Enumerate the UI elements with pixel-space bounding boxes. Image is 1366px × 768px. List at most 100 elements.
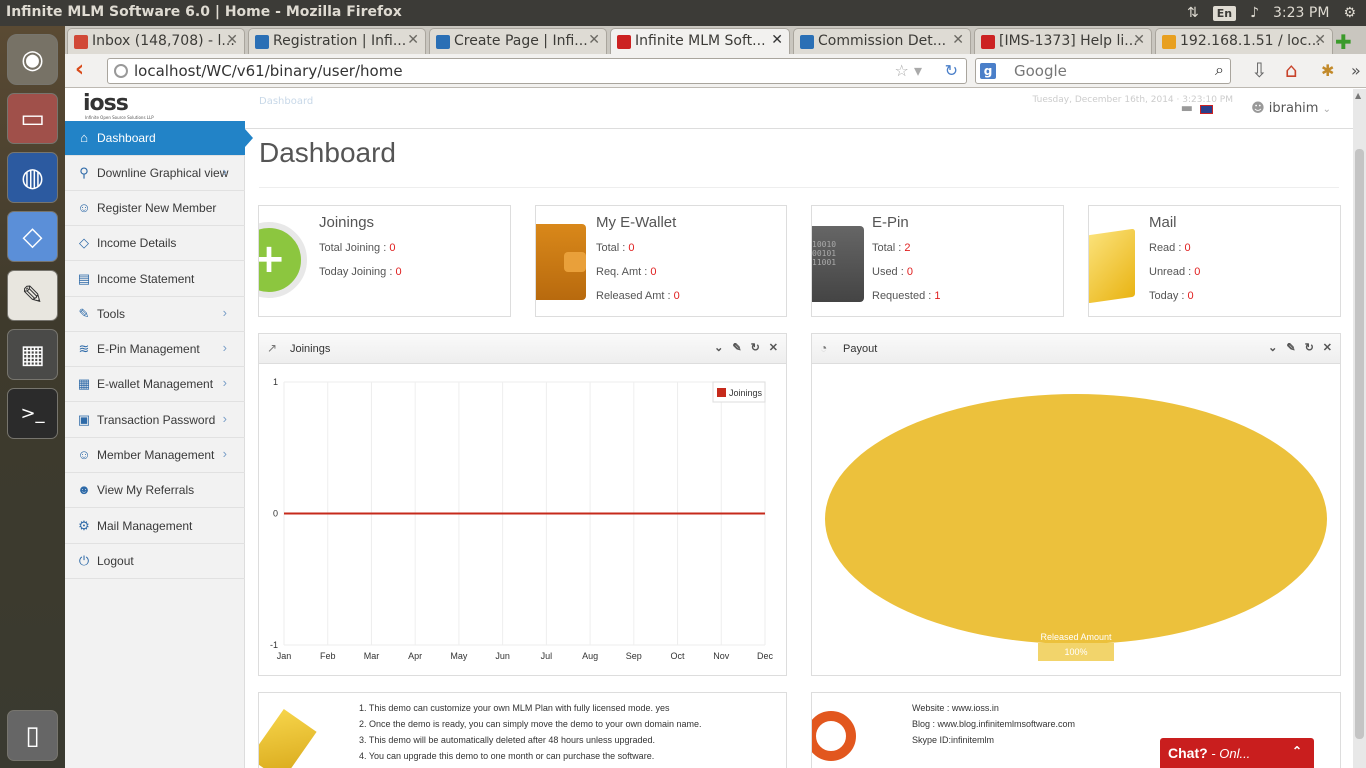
tab-infinite-mlm[interactable]: Infinite MLM Soft... ✕ (610, 28, 790, 54)
firebug-icon[interactable]: ✱ (1321, 61, 1334, 80)
sidebar-item-income-details[interactable]: ◇ Income Details (65, 226, 245, 261)
close-tab-icon[interactable]: ✕ (407, 32, 419, 48)
close-tab-icon[interactable]: ✕ (952, 32, 964, 48)
uk-flag-icon[interactable] (1200, 105, 1213, 114)
diamond-icon: ◇ (79, 235, 89, 250)
mail-title: Mail (1149, 214, 1177, 231)
sidebar-item-view-my-referrals[interactable]: ☻ View My Referrals (65, 473, 245, 508)
refresh-icon[interactable]: ↻ (1305, 341, 1314, 354)
tab-create-page[interactable]: Create Page | Infi... ✕ (429, 28, 607, 54)
sidebar-item-register-new-member[interactable]: ☺ Register New Member (65, 191, 245, 226)
epin-used-row: Used : 0 (872, 266, 913, 278)
downloads-icon[interactable]: ⇩ (1251, 58, 1268, 82)
page-scrollbar[interactable]: ▲ (1353, 89, 1366, 768)
wrench-icon[interactable]: ✎ (732, 341, 741, 354)
mail-today-value: 0 (1187, 290, 1194, 302)
tab-registration[interactable]: Registration | Infi... ✕ (248, 28, 426, 54)
sidebar-item-logout[interactable]: ⏻ Logout (65, 544, 245, 579)
today-joining-row: Today Joining : 0 (319, 266, 402, 278)
user-menu[interactable]: ☻ ibrahim ⌄ (1251, 101, 1331, 116)
dash-home-icon[interactable]: ◉ (7, 34, 58, 85)
document-icon: ▤ (77, 271, 91, 286)
close-tab-icon[interactable]: ✕ (1133, 32, 1145, 48)
tab-inbox[interactable]: Inbox (148,708) - l... ✕ (67, 28, 245, 54)
reload-icon[interactable]: ↻ (945, 61, 958, 80)
sidebar-item-transaction-password[interactable]: ▣ Transaction Password › (65, 403, 245, 438)
chat-expand-icon[interactable]: ⌃ (1292, 744, 1302, 758)
sidebar-item-label: E-wallet Management (97, 377, 214, 391)
epin-requested-value: 1 (934, 290, 941, 302)
new-tab-icon[interactable]: ✚ (1335, 30, 1352, 54)
sidebar-item-e-pin-management[interactable]: ≋ E-Pin Management › (65, 332, 245, 367)
legend-label: Joinings (729, 388, 763, 398)
sidebar: ioss Infinite Open Source Solutions LLP … (65, 89, 253, 768)
close-icon[interactable]: ✕ (1323, 341, 1332, 354)
firefox-icon[interactable]: ◍ (7, 152, 58, 203)
tab-commission[interactable]: Commission Det... ✕ (793, 28, 971, 54)
close-tab-icon[interactable]: ✕ (771, 32, 783, 48)
network-icon[interactable]: ⇅ (1187, 5, 1199, 21)
sidebar-item-member-management[interactable]: ☺ Member Management › (65, 438, 245, 473)
breadcrumb[interactable]: Dashboard (259, 96, 313, 107)
keyboard-layout-indicator[interactable]: En (1212, 5, 1237, 21)
collapse-chevron-icon[interactable]: ⌄ (1268, 341, 1277, 354)
joinings-widget-header: ↗ Joinings ⌄ ✎ ↻ ✕ (259, 334, 786, 364)
search-input[interactable]: g Google ⌕ (975, 58, 1231, 84)
terminal-icon[interactable]: >_ (7, 388, 58, 439)
bookmark-star-icon[interactable]: ☆ ▾ (895, 61, 922, 80)
magnifier-icon[interactable]: ⌕ (1215, 60, 1224, 80)
chat-widget[interactable]: Chat? - Onl... ⌃ (1160, 738, 1314, 768)
menu-chevron-icon[interactable]: » (1351, 61, 1361, 80)
x-tick-label: Nov (713, 651, 730, 661)
total-joining-label: Total Joining : (319, 242, 390, 254)
collapse-chevron-icon[interactable]: ⌄ (714, 341, 723, 354)
wrench-icon[interactable]: ✎ (1286, 341, 1295, 354)
sidebar-item-label: Logout (97, 554, 134, 568)
messages-icon[interactable]: ▬ (1181, 101, 1193, 116)
sidebar-item-income-statement[interactable]: ▤ Income Statement (65, 262, 245, 297)
x-tick-label: Feb (320, 651, 336, 661)
text-editor-icon[interactable]: ✎ (7, 270, 58, 321)
wallet-req-label: Req. Amt : (596, 266, 651, 278)
clock[interactable]: 3:23 PM (1273, 5, 1329, 21)
virtualbox-icon[interactable]: ◇ (7, 211, 58, 262)
trash-icon[interactable]: ▯ (7, 710, 58, 761)
jira-favicon-icon (981, 35, 995, 49)
drupal-favicon-icon (436, 35, 450, 49)
scroll-up-icon[interactable]: ▲ (1355, 91, 1361, 100)
close-tab-icon[interactable]: ✕ (1314, 32, 1326, 48)
tab-phpmyadmin[interactable]: 192.168.1.51 / loc... ✕ (1155, 28, 1333, 54)
back-button[interactable]: ‹ (75, 59, 99, 83)
sidebar-item-dashboard[interactable]: ⌂ Dashboard (65, 121, 253, 156)
plus-circle-icon: + (259, 222, 307, 298)
drupal-favicon-icon (255, 35, 269, 49)
gear-icon: ⚙ (78, 518, 90, 533)
sidebar-item-mail-management[interactable]: ⚙ Mail Management (65, 509, 245, 544)
tab-ims-help[interactable]: [IMS-1373] Help li... ✕ (974, 28, 1152, 54)
blog-link[interactable]: Blog : www.blog.infinitemlmsoftware.com (912, 719, 1075, 729)
refresh-icon[interactable]: ↻ (751, 341, 760, 354)
page-title: Dashboard (259, 137, 396, 168)
scrollbar-thumb[interactable] (1355, 149, 1364, 739)
close-tab-icon[interactable]: ✕ (226, 32, 238, 48)
settings-gear-icon[interactable]: ⚙ (1343, 5, 1356, 21)
url-bar[interactable]: localhost/WC/v61/binary/user/home ☆ ▾ ↻ (107, 58, 967, 84)
logo-text: ioss (83, 91, 129, 116)
sidebar-item-e-wallet-management[interactable]: ▦ E-wallet Management › (65, 367, 245, 402)
sidebar-item-downline-graphical-view[interactable]: ⚲ Downline Graphical view › (65, 156, 245, 191)
close-tab-icon[interactable]: ✕ (588, 32, 600, 48)
logo[interactable]: ioss Infinite Open Source Solutions LLP (65, 89, 245, 121)
mail-read-value: 0 (1184, 242, 1191, 254)
sidebar-item-label: Tools (97, 307, 126, 321)
tree-icon: ⚲ (79, 165, 89, 180)
files-icon[interactable]: ▭ (7, 93, 58, 144)
google-search-engine-icon[interactable]: g (980, 63, 996, 79)
sidebar-item-tools[interactable]: ✎ Tools › (65, 297, 245, 332)
mail-folder-icon (1089, 228, 1135, 304)
close-icon[interactable]: ✕ (769, 341, 778, 354)
calculator-icon[interactable]: ▦ (7, 329, 58, 380)
volume-icon[interactable]: ♪ (1250, 5, 1259, 21)
home-button-icon[interactable]: ⌂ (1285, 58, 1298, 82)
sidebar-item-label: Downline Graphical view (97, 166, 229, 180)
website-link[interactable]: Website : www.ioss.in (912, 703, 999, 713)
